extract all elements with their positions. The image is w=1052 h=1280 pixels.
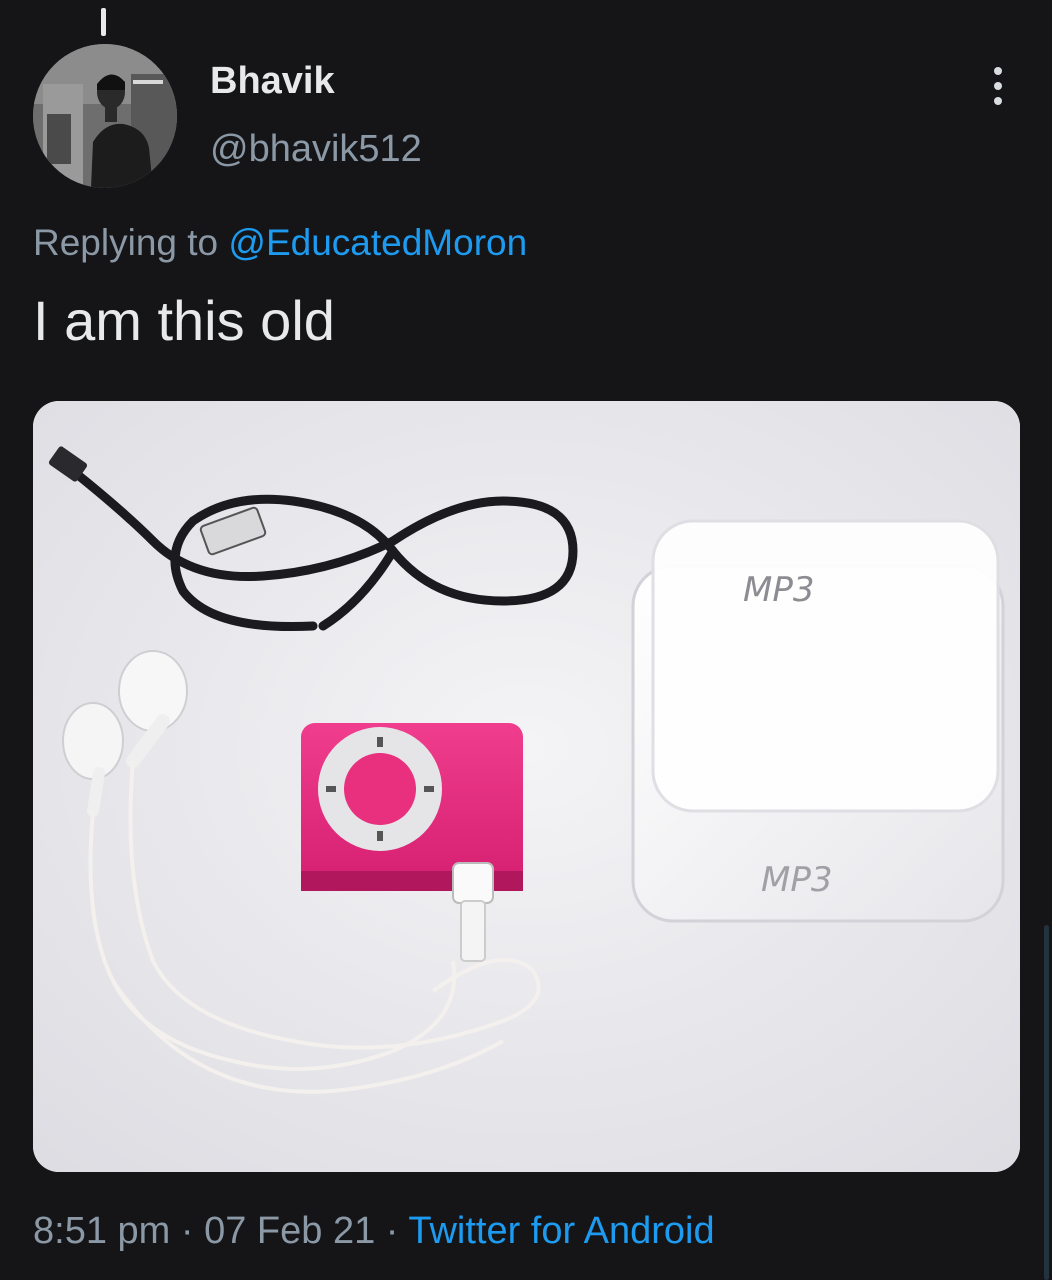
meta-separator: ·: [170, 1210, 205, 1252]
tweet-text: I am this old: [33, 289, 335, 352]
author-handle[interactable]: @bhavik512: [210, 128, 422, 171]
scrollbar[interactable]: [1044, 925, 1049, 1280]
tweet-source-link[interactable]: Twitter for Android: [408, 1210, 714, 1252]
box-label-side: MP3: [761, 860, 832, 900]
more-vertical-icon-dot: [994, 82, 1002, 90]
thread-connector-line: [101, 8, 106, 36]
mp3-packaging-box: MP3 MP3: [631, 519, 1005, 923]
tweet-media-image[interactable]: MP3 MP3: [33, 401, 1020, 1172]
tweet-time: 8:51 pm: [33, 1210, 171, 1252]
more-options-button[interactable]: [980, 64, 1016, 108]
box-label-top: MP3: [743, 570, 814, 610]
more-vertical-icon-dot: [994, 97, 1002, 105]
author-display-name[interactable]: Bhavik: [210, 60, 335, 103]
mp3-player-photo: MP3 MP3: [33, 401, 1020, 1172]
replying-to-line: Replying to @EducatedMoron: [33, 222, 527, 264]
more-vertical-icon: [994, 67, 1002, 75]
avatar-photo: [33, 44, 177, 188]
tweet-date: 07 Feb 21: [204, 1210, 376, 1252]
reply-mention-link[interactable]: @EducatedMoron: [228, 222, 527, 263]
tweet-meta: 8:51 pm · 07 Feb 21 · Twitter for Androi…: [33, 1210, 715, 1253]
replying-to-label: Replying to: [33, 222, 229, 263]
meta-separator: ·: [375, 1210, 409, 1252]
avatar[interactable]: [33, 44, 177, 188]
